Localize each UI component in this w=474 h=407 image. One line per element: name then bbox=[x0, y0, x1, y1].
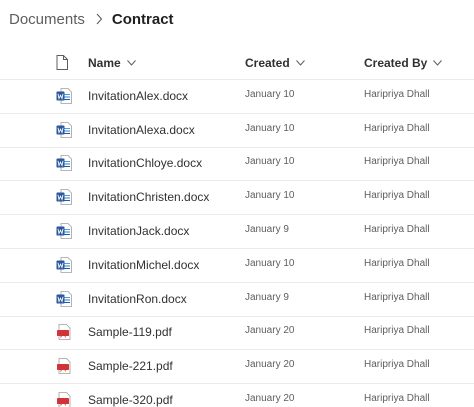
list-header: Name Created Created By bbox=[0, 46, 474, 80]
created-date: January 9 bbox=[245, 224, 289, 236]
created-by: Haripriya Dhall bbox=[364, 325, 430, 337]
word-doc-icon bbox=[56, 256, 72, 273]
table-row[interactable]: InvitationAlexa.docx January 10 Haripriya … bbox=[0, 114, 474, 148]
created-date: January 20 bbox=[245, 359, 295, 371]
created-date: January 10 bbox=[245, 156, 295, 168]
column-header-created-by[interactable]: Created By bbox=[364, 56, 443, 70]
breadcrumb-current-folder: Contract bbox=[111, 10, 174, 28]
column-header-created-by-label: Created By bbox=[364, 56, 428, 70]
table-row[interactable]: InvitationChloye.docx January 10 Haripriya… bbox=[0, 148, 474, 182]
column-header-created-label: Created bbox=[245, 56, 290, 70]
created-date: January 20 bbox=[245, 325, 295, 337]
word-doc-icon bbox=[56, 290, 72, 307]
created-by: Haripriya Dhall bbox=[364, 359, 430, 371]
created-date: January 10 bbox=[245, 257, 295, 269]
file-name-link[interactable]: InvitationChloye.docx bbox=[88, 156, 202, 170]
file-name-link[interactable]: InvitationAlexa.docx bbox=[88, 123, 195, 137]
file-name-link[interactable]: InvitationRon.docx bbox=[88, 292, 187, 306]
table-row[interactable]: InvitationRon.docx January 9 Haripriya Dha… bbox=[0, 283, 474, 317]
created-by: Haripriya Dhall bbox=[364, 224, 430, 236]
column-header-created[interactable]: Created bbox=[245, 56, 305, 70]
created-date: January 10 bbox=[245, 122, 295, 134]
word-doc-icon bbox=[56, 87, 72, 104]
table-row[interactable]: InvitationChristen.docx January 10 Haripri… bbox=[0, 181, 474, 216]
created-by: Haripriya Dhall bbox=[364, 257, 430, 269]
file-type-icon[interactable] bbox=[56, 55, 68, 70]
breadcrumb-documents[interactable]: Documents bbox=[9, 11, 85, 28]
word-doc-icon bbox=[56, 189, 72, 206]
file-name-link[interactable]: InvitationChristen.docx bbox=[88, 190, 209, 204]
word-doc-icon bbox=[56, 121, 72, 138]
file-list: InvitationAlex.docx January 10 Haripriya D… bbox=[0, 80, 474, 407]
created-by: Haripriya Dhall bbox=[364, 190, 430, 202]
created-date: January 20 bbox=[245, 393, 295, 405]
file-name-link[interactable]: Sample-119.pdf bbox=[88, 325, 172, 339]
table-row[interactable]: InvitationJack.docx January 9 Haripriya Dh… bbox=[0, 215, 474, 249]
file-name-link[interactable]: InvitationMichel.docx bbox=[88, 258, 199, 272]
created-date: January 10 bbox=[245, 190, 295, 202]
file-name-link[interactable]: InvitationJack.docx bbox=[88, 224, 189, 238]
created-date: January 9 bbox=[245, 291, 289, 303]
chevron-right-icon bbox=[96, 13, 103, 25]
table-row[interactable]: InvitationMichel.docx January 10 Haripriya… bbox=[0, 249, 474, 283]
table-row[interactable]: Sample-221.pdf January 20 Haripriya Dhall bbox=[0, 350, 474, 385]
column-header-name[interactable]: Name bbox=[88, 56, 136, 70]
pdf-icon bbox=[56, 324, 72, 341]
created-by: Haripriya Dhall bbox=[364, 88, 430, 100]
word-doc-icon bbox=[56, 223, 72, 239]
chevron-down-icon bbox=[433, 60, 443, 66]
chevron-down-icon bbox=[295, 60, 305, 66]
file-name-link[interactable]: InvitationAlex.docx bbox=[88, 89, 188, 103]
file-name-link[interactable]: Sample-221.pdf bbox=[88, 359, 173, 373]
created-date: January 10 bbox=[245, 88, 295, 100]
table-row[interactable]: Sample-119.pdf January 20 Haripriya Dhall bbox=[0, 317, 474, 351]
created-by: Haripriya Dhall bbox=[364, 393, 430, 405]
word-doc-icon bbox=[56, 155, 72, 172]
created-by: Haripriya Dhall bbox=[364, 156, 430, 168]
column-header-name-label: Name bbox=[88, 56, 121, 70]
created-by: Haripriya Dhall bbox=[364, 122, 430, 134]
file-name-link[interactable]: Sample-320.pdf bbox=[88, 393, 173, 407]
pdf-icon bbox=[56, 392, 72, 407]
created-by: Haripriya Dhall bbox=[364, 291, 430, 303]
chevron-down-icon bbox=[126, 60, 136, 66]
table-row[interactable]: Sample-320.pdf January 20 Haripriya Dhall bbox=[0, 384, 474, 407]
breadcrumb: Documents Contract bbox=[9, 9, 174, 29]
pdf-icon bbox=[56, 358, 72, 375]
table-row[interactable]: InvitationAlex.docx January 10 Haripriya D… bbox=[0, 80, 474, 114]
